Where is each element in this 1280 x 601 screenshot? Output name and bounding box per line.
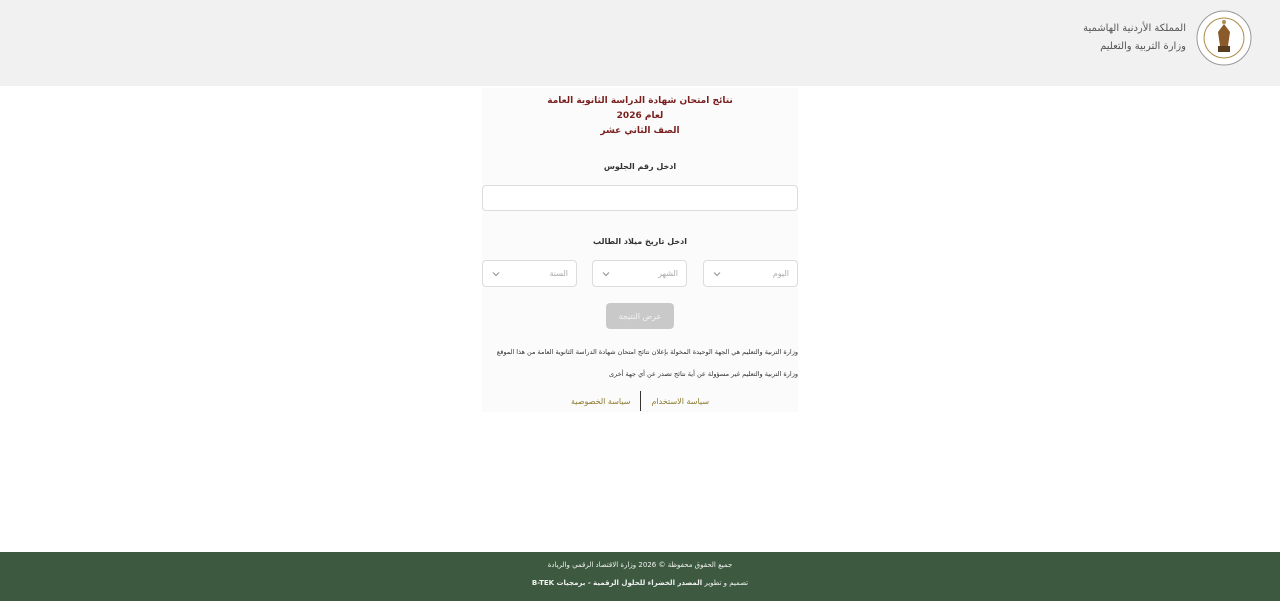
seat-number-input[interactable]: [482, 185, 798, 211]
form-title: نتائج امتحان شهادة الدراسة الثانوية العا…: [482, 94, 798, 139]
brand-line-ministry: وزارة التربية والتعليم: [1100, 41, 1186, 52]
show-result-button[interactable]: عرض النتيجة: [606, 303, 674, 329]
policy-links: سياسة الاستخدام سياسة الخصوصية: [482, 390, 798, 412]
footer-design-prefix: تصميم و تطوير: [704, 579, 749, 587]
ministry-emblem-icon: [1196, 10, 1252, 66]
chevron-down-icon: [713, 271, 721, 276]
year-select[interactable]: السنة: [482, 260, 577, 287]
dob-label: ادخل تاريخ ميلاد الطالب: [593, 237, 687, 246]
chevron-down-icon: [492, 271, 500, 276]
results-form-card: نتائج امتحان شهادة الدراسة الثانوية العا…: [482, 88, 798, 412]
month-select[interactable]: الشهر: [592, 260, 687, 287]
footer-copyright: جميع الحقوق محفوظة © 2026 وزارة الاقتصاد…: [547, 561, 733, 569]
footer-credits: تصميم و تطوير المصدر الخضراء للحلول الرق…: [0, 579, 1280, 587]
title-line-1: نتائج امتحان شهادة الدراسة الثانوية العا…: [547, 96, 733, 106]
site-footer: جميع الحقوق محفوظة © 2026 وزارة الاقتصاد…: [0, 552, 1280, 601]
title-line-3: الصف الثاني عشر: [600, 126, 680, 136]
seat-number-label: ادخل رقم الجلوس: [603, 162, 677, 171]
day-select-placeholder: اليوم: [772, 269, 789, 278]
notice-official: وزارة التربية والتعليم هي الجهة الوحيدة …: [496, 348, 798, 356]
year-select-placeholder: السنة: [549, 269, 569, 278]
site-header: المملكة الأردنية الهاشمية وزارة التربية …: [0, 0, 1280, 86]
chevron-down-icon: [602, 271, 610, 276]
privacy-policy-link[interactable]: سياسة الخصوصية: [571, 397, 630, 406]
footer-company-link[interactable]: المصدر الخضراء للحلول الرقمية - برمجيات …: [532, 579, 702, 587]
brand[interactable]: المملكة الأردنية الهاشمية وزارة التربية …: [1083, 10, 1252, 66]
notice-disclaimer: وزارة التربية والتعليم غير مسؤولة عن أية…: [608, 370, 798, 378]
title-line-2: لعام 2026: [616, 111, 664, 121]
day-select[interactable]: اليوم: [703, 260, 798, 287]
month-select-placeholder: الشهر: [658, 269, 678, 278]
usage-policy-link[interactable]: سياسة الاستخدام: [651, 397, 709, 406]
links-divider: [640, 391, 642, 411]
brand-line-kingdom: المملكة الأردنية الهاشمية: [1083, 23, 1186, 34]
